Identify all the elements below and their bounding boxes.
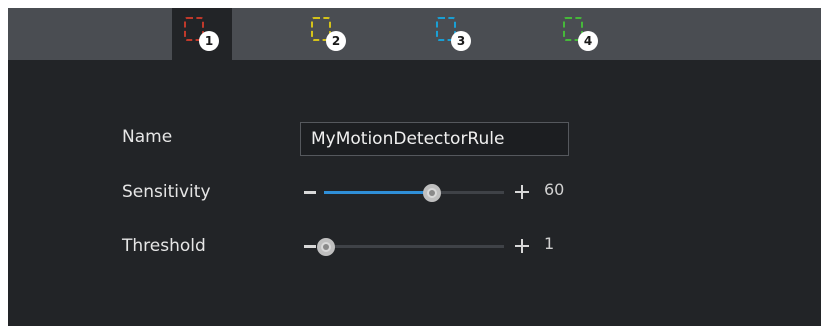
name-input[interactable]	[300, 122, 569, 156]
motion-detection-panel: 1 2 3 4 Name Sensitivity 60 Threshold	[8, 8, 821, 326]
threshold-label: Threshold	[122, 236, 206, 256]
region-number-badge: 2	[326, 31, 346, 51]
region-number-badge: 4	[578, 31, 598, 51]
region-number-badge: 1	[199, 31, 219, 51]
name-label: Name	[122, 127, 173, 147]
threshold-slider-thumb[interactable]	[317, 238, 335, 256]
tab-region-1[interactable]: 1	[172, 8, 232, 60]
sensitivity-slider-track[interactable]	[324, 184, 504, 202]
tab-region-4[interactable]: 4	[551, 8, 611, 60]
tab-region-3[interactable]: 3	[424, 8, 484, 60]
threshold-decrease-button[interactable]	[304, 245, 316, 248]
sensitivity-increase-button[interactable]	[515, 185, 529, 199]
sensitivity-label: Sensitivity	[122, 182, 211, 202]
threshold-value: 1	[544, 234, 555, 253]
threshold-increase-button[interactable]	[515, 239, 529, 253]
sensitivity-slider-fill	[324, 191, 432, 194]
region-number-badge: 3	[451, 31, 471, 51]
region-tab-bar: 1 2 3 4	[8, 8, 821, 60]
threshold-slider-track[interactable]	[317, 238, 504, 256]
sensitivity-value: 60	[544, 180, 565, 199]
sensitivity-decrease-button[interactable]	[304, 191, 316, 194]
tab-region-2[interactable]: 2	[299, 8, 359, 60]
sensitivity-slider-thumb[interactable]	[423, 184, 441, 202]
